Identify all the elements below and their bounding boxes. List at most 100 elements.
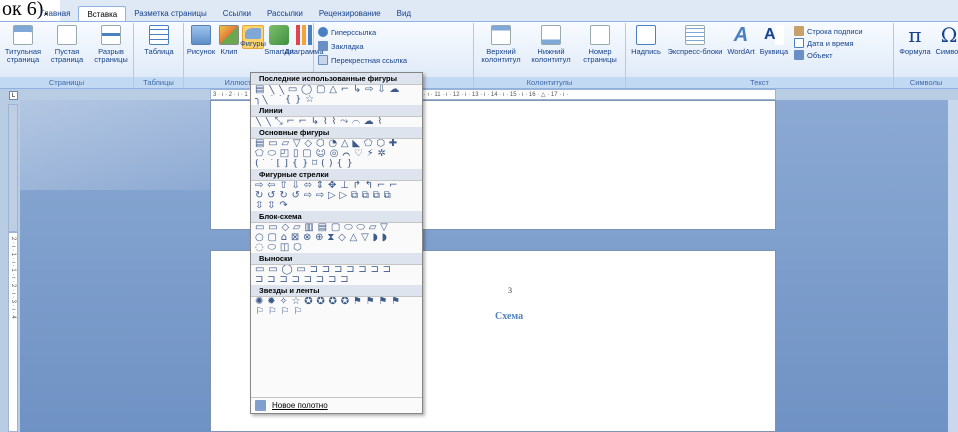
group-label-headers: Колонтитулы	[474, 77, 625, 88]
shapes-row[interactable]: ○ ▢ ⌂ ⊠ ⊗ ⊕ ⧗ ◇ △ ▽ ◗ ◗	[251, 233, 422, 243]
shapes-row[interactable]: ▤ ╲ ╲ ▭ ◯ ▢ △ ⌐ ↳ ⇨ ⇩ ☁	[251, 85, 422, 95]
page-break-icon	[101, 25, 121, 45]
cover-page-button[interactable]: Титульная страница	[1, 25, 45, 64]
section-basic-shapes-title: Основные фигуры	[251, 127, 422, 139]
shapes-icon	[245, 28, 261, 39]
text-box-icon	[636, 25, 656, 45]
cover-page-icon	[13, 25, 33, 45]
page-break-button[interactable]: Разрыв страницы	[89, 25, 133, 64]
group-label-symbols: Символы	[894, 77, 958, 88]
table-label: Таблица	[144, 47, 174, 56]
clip-label: Клип	[220, 47, 238, 56]
group-tables: Таблица Таблицы	[134, 23, 184, 88]
page-number-label: Номер страницы	[583, 47, 617, 64]
shapes-row[interactable]: ▭ ▭ ◇ ▱ ▥ ▤ ▢ ⬭ ⬭ ▱ ▽	[251, 223, 422, 233]
wordart-label: WordArt	[727, 47, 755, 56]
tab-page-layout[interactable]: Разметка страницы	[126, 6, 215, 22]
shapes-row[interactable]: ⇳ ⇳ ↷	[251, 201, 422, 211]
page-number: 3	[508, 286, 512, 295]
shapes-row[interactable]: ╲ ╲ ⤡ ⌐ ⌐ ↳ ⌇ ⌇ ⤳ ⌒ ☁ ⌇	[251, 117, 422, 127]
vertical-ruler[interactable]: 2 · ı · 1 · ı · 1 · ı · 2 · ı · 3 · ı · …	[8, 232, 18, 432]
tab-insert[interactable]: Вставка	[78, 6, 127, 22]
new-canvas-label: Новое полотно	[272, 401, 328, 410]
new-canvas-button[interactable]: Новое полотно	[251, 397, 422, 413]
shapes-row[interactable]: ▭ ▭ ◯ ▭ ⊐ ⊐ ⊐ ⊐ ⊐ ⊐ ⊐	[251, 265, 422, 275]
vertical-ruler-margin	[8, 104, 18, 232]
date-time-button[interactable]: Дата и время	[794, 38, 854, 48]
shapes-row[interactable]: ⇨ ⇦ ⇧ ⇩ ⬄ ⇕ ✥ ⊥ ↱ ↰ ⌐ ⌐	[251, 181, 422, 191]
equation-button[interactable]: π Формула	[898, 25, 932, 56]
ribbon: Титульная страница Пустая страница Разры…	[0, 21, 958, 89]
shapes-row[interactable]: ╮╲ ⌒ { } ☆	[251, 95, 422, 105]
equation-label: Формула	[899, 47, 931, 56]
shapes-row[interactable]: ⊐ ⊐ ⊐ ⊐ ⊐ ⊐ ⊐ ⊐	[251, 275, 422, 285]
section-flowchart-title: Блок-схема	[251, 211, 422, 223]
shapes-row[interactable]: ✺ ✹ ✧ ☆ ✪ ✪ ✪ ✪ ⚑ ⚑ ⚑ ⚑	[251, 297, 422, 307]
quick-parts-label: Экспресс-блоки	[667, 47, 723, 56]
cross-reference-label: Перекрестная ссылка	[331, 55, 408, 65]
bookmark-button[interactable]: Закладка	[318, 41, 364, 51]
picture-label: Рисунок	[186, 47, 216, 56]
quick-parts-icon	[685, 25, 705, 45]
cross-reference-button[interactable]: Перекрестная ссылка	[318, 55, 407, 65]
picture-button[interactable]: Рисунок	[186, 25, 216, 56]
tab-references[interactable]: Ссылки	[215, 6, 259, 22]
group-symbols: π Формула Ω Символ Символы	[894, 23, 958, 88]
tab-review[interactable]: Рецензирование	[311, 6, 389, 22]
shapes-row[interactable]: ◌ ⬭ ◫ ⬡	[251, 243, 422, 253]
shapes-row[interactable]: ▤ ▭ ▱ ▽ ◇ ⬡ ◔ △ ◣ ⬠ ⬡ ✚	[251, 139, 422, 149]
clip-icon	[219, 25, 239, 45]
section-stars-banners-title: Звезды и ленты	[251, 285, 422, 297]
page-break-label: Разрыв страницы	[94, 47, 128, 64]
drop-cap-button[interactable]: A Буквица	[757, 25, 791, 56]
footer-button[interactable]: Нижний колонтитул	[526, 25, 576, 64]
signature-line-icon	[794, 26, 804, 36]
cross-reference-icon	[318, 55, 328, 65]
page-number-button[interactable]: Номер страницы	[576, 25, 624, 64]
cover-page-label: Титульная страница	[4, 47, 42, 64]
tab-view[interactable]: Вид	[389, 6, 419, 22]
header-button[interactable]: Верхний колонтитул	[476, 25, 526, 64]
shapes-row[interactable]: ( ⌒ [ ] { } ⌑ ( ) { }	[251, 159, 422, 169]
group-label-tables: Таблицы	[134, 77, 183, 88]
pi-icon: π	[908, 23, 922, 47]
symbol-button[interactable]: Ω Символ	[932, 25, 958, 56]
shapes-row[interactable]: ⚐ ⚐ ⚐ ⚐	[251, 307, 422, 317]
new-canvas-icon	[255, 400, 266, 411]
picture-icon	[191, 25, 211, 45]
shapes-row[interactable]: ⬠ ⬭ ◰ ▯ ▢ ☺ ◎ ⌒ ♡ ⚡ ✲	[251, 149, 422, 159]
bookmark-label: Закладка	[331, 41, 364, 51]
shapes-row[interactable]: ↻ ↺ ↻ ↺ ⇨ ⇨ ▷ ▷ ⧉ ⧉ ⧉ ⧉	[251, 191, 422, 201]
ribbon-tabs: Главная Вставка Разметка страницы Ссылки…	[32, 6, 419, 22]
table-icon	[149, 25, 169, 45]
vertical-scrollbar[interactable]	[948, 100, 958, 432]
wordart-button[interactable]: A WordArt	[724, 25, 758, 56]
blank-page-button[interactable]: Пустая страница	[46, 25, 88, 64]
clip-button[interactable]: Клип	[217, 25, 241, 56]
drop-cap-icon: A	[764, 25, 784, 45]
blank-page-label: Пустая страница	[50, 47, 84, 64]
signature-line-button[interactable]: Строка подписи	[794, 26, 863, 36]
blank-page-icon	[57, 25, 77, 45]
drop-cap-label: Буквица	[759, 47, 789, 56]
symbol-label: Символ	[935, 47, 958, 56]
page-number-icon	[590, 25, 610, 45]
section-recent-shapes-title: Последние использованные фигуры	[251, 73, 422, 85]
footer-label: Нижний колонтитул	[531, 47, 571, 64]
shapes-button[interactable]: Фигуры	[240, 25, 266, 49]
text-box-button[interactable]: Надпись	[626, 25, 666, 56]
section-callouts-title: Выноски	[251, 253, 422, 265]
table-button[interactable]: Таблица	[137, 25, 181, 56]
hyperlink-button[interactable]: Гиперссылка	[318, 27, 376, 37]
shapes-dropdown: Последние использованные фигуры ▤ ╲ ╲ ▭ …	[250, 72, 423, 414]
group-headers-footers: Верхний колонтитул Нижний колонтитул Ном…	[474, 23, 626, 88]
bookmark-icon	[318, 41, 328, 51]
tab-home[interactable]: Главная	[32, 6, 78, 22]
object-icon	[794, 50, 804, 60]
quick-parts-button[interactable]: Экспресс-блоки	[666, 25, 724, 56]
object-button[interactable]: Объект	[794, 50, 833, 60]
date-time-label: Дата и время	[807, 38, 854, 48]
group-text: Надпись Экспресс-блоки A WordArt A Букви…	[626, 23, 894, 88]
tab-selector[interactable]: L	[9, 91, 18, 100]
tab-mailings[interactable]: Рассылки	[259, 6, 311, 22]
